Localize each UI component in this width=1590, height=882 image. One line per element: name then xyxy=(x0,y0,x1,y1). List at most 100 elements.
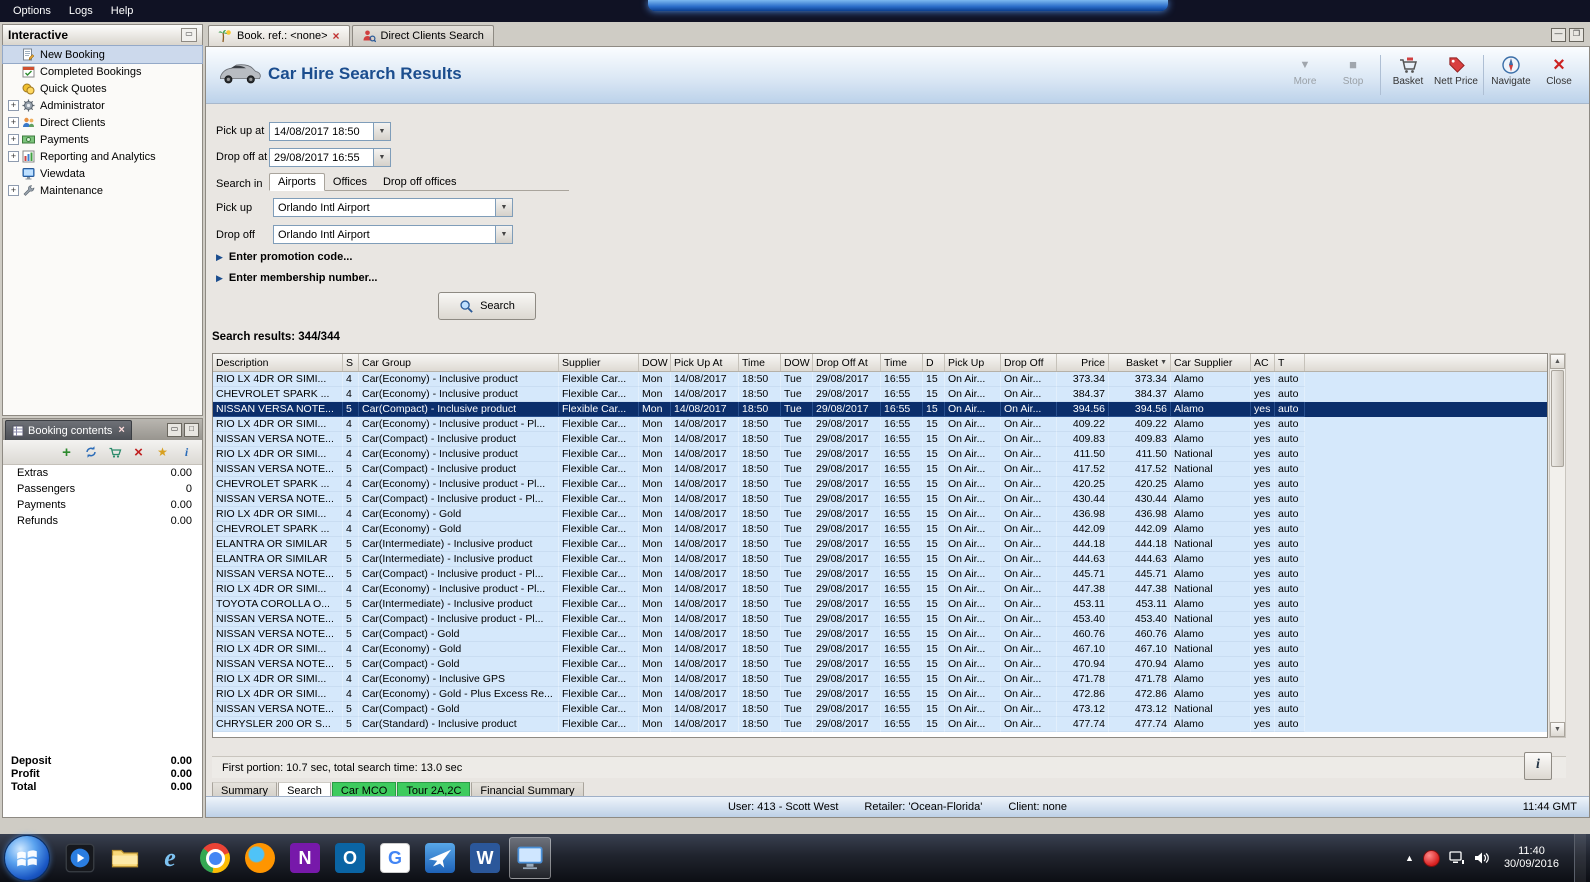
tab-book-ref-none[interactable]: Book. ref.: <none> × xyxy=(208,25,350,46)
panel-minimize-button[interactable]: ▭ xyxy=(167,423,182,437)
menu-item-help[interactable]: Help xyxy=(102,2,143,20)
chrome-icon[interactable] xyxy=(194,837,236,879)
search-in-tab-drop-off-offices[interactable]: Drop off offices xyxy=(375,174,465,190)
table-row[interactable]: RIO LX 4DR OR SIMI... 4 Car(Economy) - Inc… xyxy=(213,417,1547,432)
panel-maximize-button[interactable]: □ xyxy=(184,423,199,437)
taskbar-clock[interactable]: 11:40 30/09/2016 xyxy=(1504,845,1559,871)
add-icon[interactable]: + xyxy=(59,444,74,461)
start-button[interactable] xyxy=(4,835,50,881)
word-icon[interactable]: W xyxy=(464,837,506,879)
scroll-up-icon[interactable]: ▲ xyxy=(1550,354,1565,369)
sidebar-item-maintenance[interactable]: + Maintenance xyxy=(3,182,202,199)
table-row[interactable]: NISSAN VERSA NOTE... 5 Car(Compact) - Incl… xyxy=(213,432,1547,447)
column-header-pick-up-11[interactable]: Pick Up xyxy=(945,354,1001,371)
table-row[interactable]: CHEVROLET SPARK ... 4 Car(Economy) - Inclu… xyxy=(213,477,1547,492)
current-app-icon[interactable] xyxy=(509,837,551,879)
close-button[interactable]: × Close xyxy=(1535,53,1583,88)
table-row[interactable]: NISSAN VERSA NOTE... 5 Car(Compact) - Gold… xyxy=(213,702,1547,717)
expand-icon[interactable]: + xyxy=(8,117,19,128)
column-header-ac-16[interactable]: AC xyxy=(1251,354,1275,371)
table-row[interactable]: CHRYSLER 200 OR S... 5 Car(Standard) - Inc… xyxy=(213,717,1547,732)
search-in-tab-offices[interactable]: Offices xyxy=(325,174,375,190)
nett-price-button[interactable]: Nett Price xyxy=(1432,53,1480,87)
tray-expand-icon[interactable]: ▲ xyxy=(1405,853,1414,863)
column-header-s-1[interactable]: S xyxy=(343,354,359,371)
media-player-icon[interactable] xyxy=(59,837,101,879)
table-row[interactable]: CHEVROLET SPARK ... 4 Car(Economy) - Inclu… xyxy=(213,387,1547,402)
refresh-icon[interactable] xyxy=(83,445,98,460)
delete-icon[interactable]: × xyxy=(131,444,146,461)
scroll-down-icon[interactable]: ▼ xyxy=(1550,722,1565,737)
scrollbar-thumb[interactable] xyxy=(1551,370,1564,467)
menu-item-options[interactable]: Options xyxy=(4,2,60,20)
booking-row-passengers[interactable]: Passengers 0 xyxy=(3,481,202,497)
pickup-at-field[interactable]: 14/08/2017 18:50 ▼ xyxy=(269,122,391,141)
dropoff-at-field[interactable]: 29/08/2017 16:55 ▼ xyxy=(269,148,391,167)
column-header-car-supplier-15[interactable]: Car Supplier xyxy=(1171,354,1251,371)
column-header-description-0[interactable]: Description xyxy=(213,354,343,371)
table-row[interactable]: RIO LX 4DR OR SIMI... 4 Car(Economy) - Gol… xyxy=(213,687,1547,702)
table-row[interactable]: NISSAN VERSA NOTE... 5 Car(Compact) - Incl… xyxy=(213,462,1547,477)
onenote-icon[interactable]: N xyxy=(284,837,326,879)
dropoff-combobox[interactable]: Orlando Intl Airport ▼ xyxy=(273,225,513,244)
info-button[interactable]: i xyxy=(1524,752,1552,780)
column-header-dow-7[interactable]: DOW xyxy=(781,354,813,371)
navigate-button[interactable]: Navigate xyxy=(1487,53,1535,87)
membership-number-expander[interactable]: ▶ Enter membership number... xyxy=(216,272,377,284)
expand-icon[interactable]: + xyxy=(8,100,19,111)
window-maximize-button[interactable]: ❐ xyxy=(1569,28,1584,42)
panel-collapse-button[interactable]: ▭ xyxy=(181,28,197,42)
sidebar-item-administrator[interactable]: + Administrator xyxy=(3,97,202,114)
column-header-pick-up-at-5[interactable]: Pick Up At xyxy=(671,354,739,371)
sidebar-item-new-booking[interactable]: New Booking xyxy=(2,45,203,64)
column-header-drop-off-12[interactable]: Drop Off xyxy=(1001,354,1057,371)
column-header-basket-14[interactable]: Basket ▼ xyxy=(1109,354,1171,371)
sidebar-item-quick-quotes[interactable]: Quick Quotes xyxy=(3,80,202,97)
search-button[interactable]: Search xyxy=(438,292,536,320)
wizard-icon[interactable]: ★ xyxy=(155,445,170,460)
notification-icon[interactable] xyxy=(1422,849,1440,867)
table-row[interactable]: RIO LX 4DR OR SIMI... 4 Car(Economy) - Gol… xyxy=(213,507,1547,522)
booking-contents-tab[interactable]: Booking contents × xyxy=(5,420,132,440)
chevron-down-icon[interactable]: ▼ xyxy=(373,149,390,166)
chevron-down-icon[interactable]: ▼ xyxy=(495,226,512,243)
column-header-car-group-2[interactable]: Car Group xyxy=(359,354,559,371)
search-in-tab-airports[interactable]: Airports xyxy=(269,173,325,191)
column-header-t-17[interactable]: T xyxy=(1275,354,1305,371)
table-row[interactable]: CHEVROLET SPARK ... 4 Car(Economy) - Gold F… xyxy=(213,522,1547,537)
expand-icon[interactable]: + xyxy=(8,185,19,196)
google-icon[interactable]: G xyxy=(374,837,416,879)
column-header-drop-off-at-8[interactable]: Drop Off At xyxy=(813,354,881,371)
column-header-time-9[interactable]: Time xyxy=(881,354,923,371)
tab-direct-clients-search[interactable]: Direct Clients Search xyxy=(351,25,494,46)
table-row[interactable]: RIO LX 4DR OR SIMI... 4 Car(Economy) - Inc… xyxy=(213,372,1547,387)
chevron-down-icon[interactable]: ▼ xyxy=(495,199,512,216)
promotion-code-expander[interactable]: ▶ Enter promotion code... xyxy=(216,251,352,263)
table-row[interactable]: RIO LX 4DR OR SIMI... 4 Car(Economy) - Gol… xyxy=(213,642,1547,657)
info-icon[interactable]: i xyxy=(179,445,194,460)
table-row[interactable]: NISSAN VERSA NOTE... 5 Car(Compact) - Incl… xyxy=(213,492,1547,507)
booking-row-extras[interactable]: Extras 0.00 xyxy=(3,465,202,481)
column-header-price-13[interactable]: Price xyxy=(1057,354,1109,371)
expand-icon[interactable]: + xyxy=(8,151,19,162)
pickup-combobox[interactable]: Orlando Intl Airport ▼ xyxy=(273,198,513,217)
ie-icon[interactable]: e xyxy=(149,837,191,879)
table-row[interactable]: ELANTRA OR SIMILAR 5 Car(Intermediate) - I… xyxy=(213,552,1547,567)
basket-button[interactable]: Basket xyxy=(1384,53,1432,87)
table-row[interactable]: NISSAN VERSA NOTE... 5 Car(Compact) - Incl… xyxy=(213,612,1547,627)
firefox-icon[interactable] xyxy=(239,837,281,879)
close-icon[interactable]: × xyxy=(118,425,124,436)
sidebar-item-completed-bookings[interactable]: Completed Bookings xyxy=(3,63,202,80)
sidebar-item-reporting-and-analytics[interactable]: + Reporting and Analytics xyxy=(3,148,202,165)
table-row[interactable]: RIO LX 4DR OR SIMI... 4 Car(Economy) - Inc… xyxy=(213,447,1547,462)
column-header-time-6[interactable]: Time xyxy=(739,354,781,371)
booking-row-payments[interactable]: Payments 0.00 xyxy=(3,497,202,513)
expand-icon[interactable]: + xyxy=(8,134,19,145)
travel-app-icon[interactable] xyxy=(419,837,461,879)
sidebar-item-direct-clients[interactable]: + Direct Clients xyxy=(3,114,202,131)
window-minimize-button[interactable]: — xyxy=(1551,28,1566,42)
table-row[interactable]: RIO LX 4DR OR SIMI... 4 Car(Economy) - Inc… xyxy=(213,672,1547,687)
table-row[interactable]: NISSAN VERSA NOTE... 5 Car(Compact) - Incl… xyxy=(213,402,1547,417)
table-row[interactable]: RIO LX 4DR OR SIMI... 4 Car(Economy) - Inc… xyxy=(213,582,1547,597)
table-row[interactable]: NISSAN VERSA NOTE... 5 Car(Compact) - Gold… xyxy=(213,657,1547,672)
